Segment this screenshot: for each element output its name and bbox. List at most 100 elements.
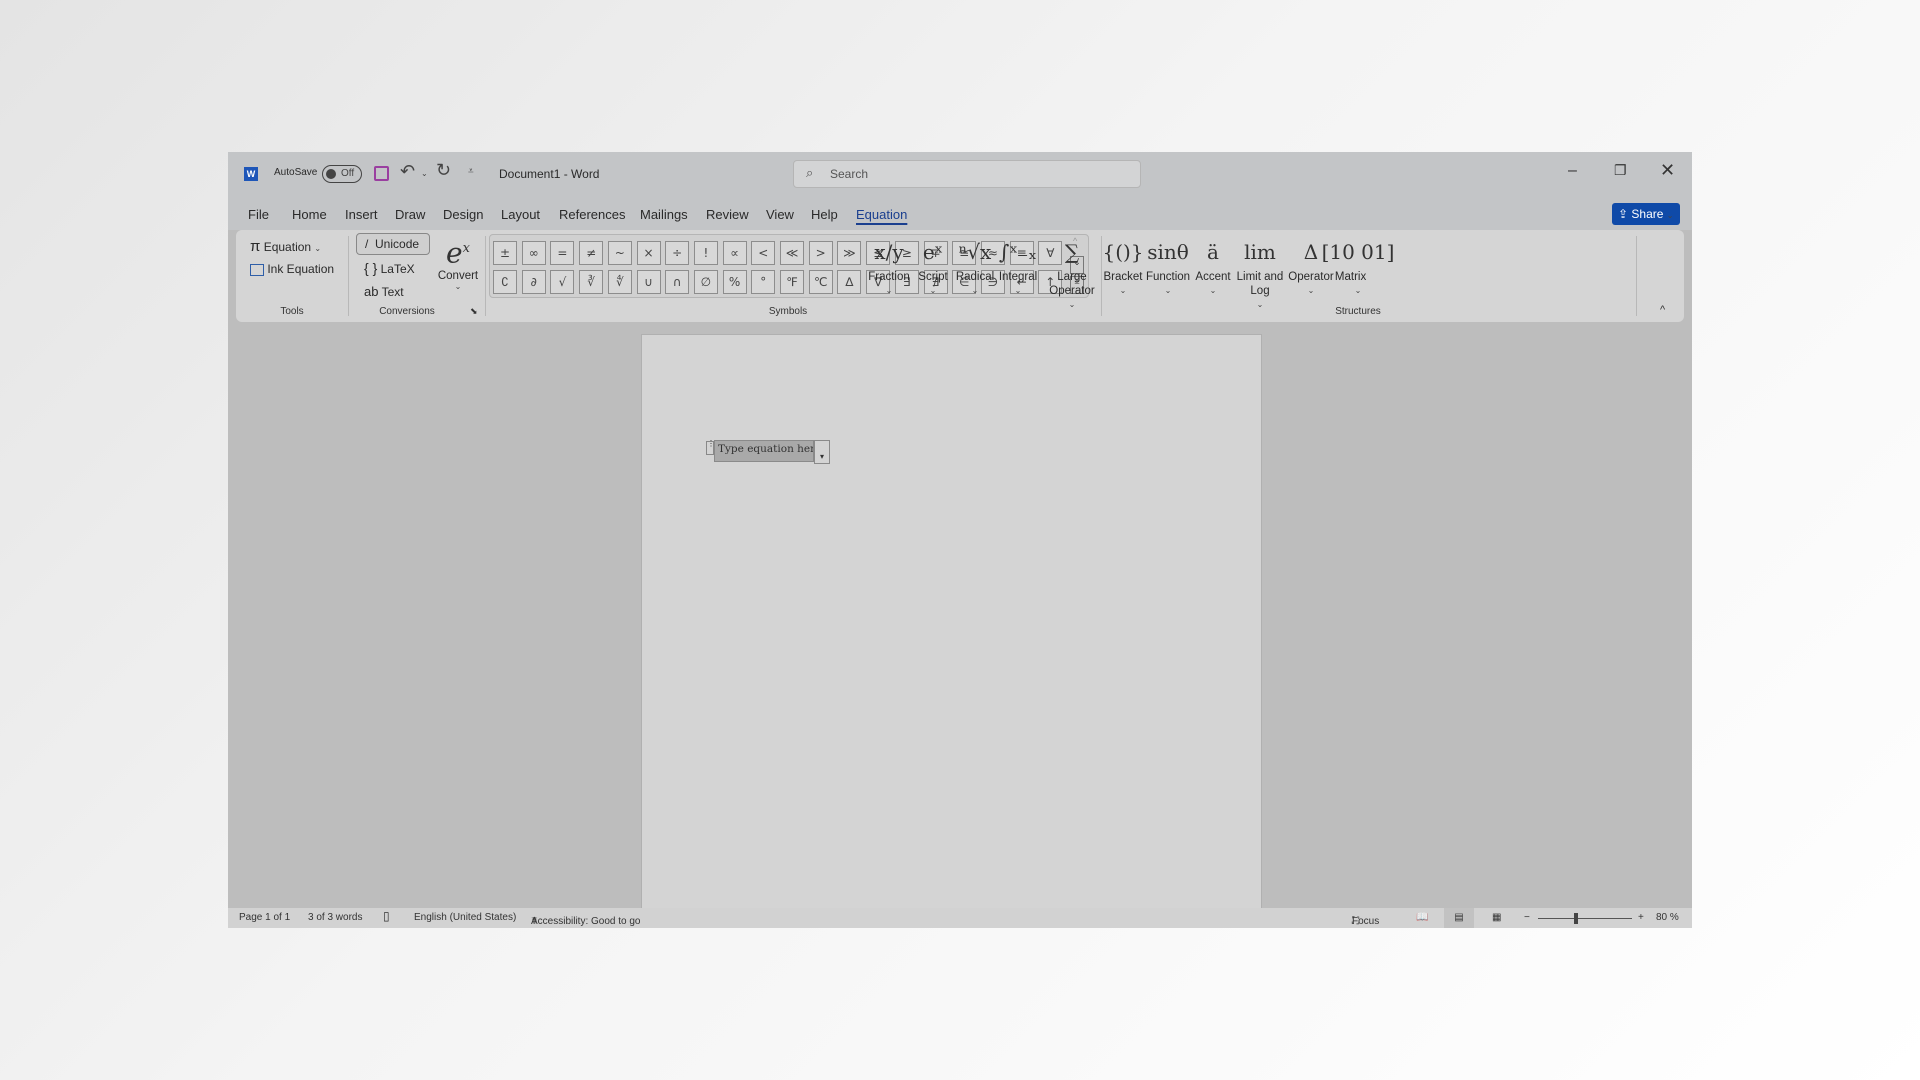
structure-accent-button[interactable]: ä Accent ⌄ xyxy=(1195,234,1230,298)
redo-icon[interactable]: ↻ xyxy=(436,160,451,181)
read-mode-icon[interactable]: 📖 xyxy=(1416,912,1428,923)
tab-insert[interactable]: Insert xyxy=(345,207,378,222)
print-layout-icon[interactable]: ▤ xyxy=(1444,908,1474,928)
save-icon[interactable] xyxy=(374,166,389,181)
symbol-button[interactable]: ∜ xyxy=(607,270,632,294)
equation-button[interactable]: π Equation ⌄ xyxy=(250,238,321,255)
symbol-button[interactable]: ∝ xyxy=(722,241,747,265)
symbol-button[interactable]: ! xyxy=(693,241,718,265)
integral-icon: ∫ˣ₋ₓ xyxy=(999,240,1037,264)
zoom-slider[interactable] xyxy=(1538,913,1632,924)
language[interactable]: English (United States) xyxy=(414,912,516,923)
tab-equation[interactable]: Equation xyxy=(856,207,907,222)
zoom-slider-thumb[interactable] xyxy=(1574,913,1578,924)
tab-mailings[interactable]: Mailings xyxy=(640,207,688,222)
symbol-button[interactable]: = xyxy=(550,241,575,265)
chevron-down-icon: ⌄ xyxy=(1666,211,1674,220)
web-layout-icon[interactable]: ▦ xyxy=(1492,912,1501,923)
customize-toolbar-icon[interactable]: ⩡ xyxy=(468,166,474,177)
zoom-out-button[interactable]: − xyxy=(1524,912,1530,923)
structure-fraction-button[interactable]: x/y Fraction ⌄ xyxy=(868,234,910,298)
chevron-down-icon: ⌄ xyxy=(1068,300,1076,309)
conversions-group-label: Conversions xyxy=(379,306,435,317)
tab-draw[interactable]: Draw xyxy=(395,207,425,222)
text-button[interactable]: ab Text xyxy=(364,284,404,299)
symbol-button[interactable]: ∛ xyxy=(579,270,604,294)
symbol-button[interactable]: √ xyxy=(550,270,575,294)
convert-button[interactable]: ex Convert ⌄ xyxy=(436,232,480,291)
large-operator-icon: ∑ xyxy=(1064,240,1080,264)
page-count[interactable]: Page 1 of 1 xyxy=(239,912,290,923)
restore-button[interactable]: ❐ xyxy=(1614,162,1627,179)
matrix-icon: [10 01] xyxy=(1321,240,1395,264)
symbol-button[interactable]: ≫ xyxy=(837,241,862,265)
symbol-button[interactable]: ~ xyxy=(607,241,632,265)
chevron-down-icon: ⌄ xyxy=(1119,286,1127,295)
minimize-button[interactable]: – xyxy=(1568,162,1577,180)
structure-script-button[interactable]: eˣ Script ⌄ xyxy=(918,234,947,298)
structure-radical-button[interactable]: ⁿ√x Radical ⌄ xyxy=(956,234,994,298)
document-title: Document1 - Word xyxy=(499,167,600,181)
equation-handle[interactable]: ⋮ xyxy=(706,440,715,455)
symbol-button[interactable]: % xyxy=(722,270,747,294)
proofing-icon[interactable]: ▯ xyxy=(383,909,390,923)
structure-integral-button[interactable]: ∫ˣ₋ₓ Integral ⌄ xyxy=(999,234,1037,298)
symbol-button[interactable]: < xyxy=(751,241,776,265)
symbol-button[interactable]: ± xyxy=(493,241,517,265)
undo-icon[interactable]: ↶ xyxy=(400,161,415,182)
equation-placeholder[interactable]: Type equation here. xyxy=(714,440,814,462)
tab-design[interactable]: Design xyxy=(443,207,483,222)
slash-icon: / xyxy=(365,237,369,251)
symbol-button[interactable]: ∂ xyxy=(521,270,546,294)
unicode-button[interactable]: / Unicode xyxy=(356,233,430,255)
dialog-launcher-icon[interactable]: ⬊ xyxy=(470,306,478,317)
symbol-button[interactable]: ∆ xyxy=(837,270,862,294)
accent-icon: ä xyxy=(1207,240,1219,264)
tab-home[interactable]: Home xyxy=(292,207,327,222)
autosave-label: AutoSave xyxy=(274,167,318,178)
search-box[interactable]: ⌕ Search xyxy=(793,160,1141,188)
tab-layout[interactable]: Layout xyxy=(501,207,540,222)
zoom-level[interactable]: 80 % xyxy=(1656,912,1679,923)
symbol-button[interactable]: ≠ xyxy=(579,241,604,265)
close-button[interactable]: ✕ xyxy=(1660,160,1675,181)
structure-limit-and-log-button[interactable]: lim Limit and Log ⌄ xyxy=(1231,234,1289,312)
collapse-ribbon-icon[interactable]: ^ xyxy=(1660,304,1665,316)
structure-large-operator-button[interactable]: ∑ Large Operator ⌄ xyxy=(1043,234,1101,312)
symbol-button[interactable]: ℃ xyxy=(808,270,833,294)
symbol-button[interactable]: ÷ xyxy=(665,241,690,265)
symbol-button[interactable]: ℉ xyxy=(780,270,804,294)
latex-button[interactable]: { } LaTeX xyxy=(364,260,415,276)
symbol-button[interactable]: ° xyxy=(751,270,776,294)
tab-view[interactable]: View xyxy=(766,207,794,222)
tab-help[interactable]: Help xyxy=(811,207,838,222)
symbol-button[interactable]: > xyxy=(808,241,833,265)
word-count[interactable]: 3 of 3 words xyxy=(308,912,362,923)
symbol-button[interactable]: ∩ xyxy=(665,270,690,294)
structure-matrix-button[interactable]: [10 01] Matrix ⌄ xyxy=(1322,234,1395,298)
tab-file[interactable]: File xyxy=(248,207,269,222)
autosave-toggle[interactable]: Off xyxy=(322,165,362,183)
symbol-button[interactable]: ≪ xyxy=(780,241,804,265)
share-button[interactable]: ⇪ Share ⌄ xyxy=(1612,203,1680,225)
tab-references[interactable]: References xyxy=(559,207,625,222)
braces-icon: { } xyxy=(364,260,378,276)
symbol-button[interactable]: × xyxy=(636,241,661,265)
chevron-down-icon: ⌄ xyxy=(1164,286,1172,295)
structure-bracket-button[interactable]: {()} Bracket ⌄ xyxy=(1102,234,1143,298)
structures-group-label: Structures xyxy=(1335,306,1381,317)
fraction-icon: x/y xyxy=(874,240,904,264)
structure-function-button[interactable]: sinθ Function ⌄ xyxy=(1146,234,1190,298)
symbols-group-label: Symbols xyxy=(768,306,808,317)
symbol-button[interactable]: ∅ xyxy=(693,270,718,294)
chevron-down-icon: ⌄ xyxy=(971,286,979,295)
equation-options-button[interactable]: ▾ xyxy=(814,440,830,464)
symbol-button[interactable]: ∁ xyxy=(493,270,517,294)
zoom-in-button[interactable]: + xyxy=(1638,912,1644,923)
symbol-button[interactable]: ∞ xyxy=(521,241,546,265)
undo-dropdown-icon[interactable]: ⌄ xyxy=(421,169,428,178)
ink-equation-button[interactable]: Ink Equation xyxy=(250,262,334,276)
tab-review[interactable]: Review xyxy=(706,207,749,222)
symbol-button[interactable]: ∪ xyxy=(636,270,661,294)
document-page[interactable]: ⋮ Type equation here. ▾ xyxy=(641,334,1262,928)
